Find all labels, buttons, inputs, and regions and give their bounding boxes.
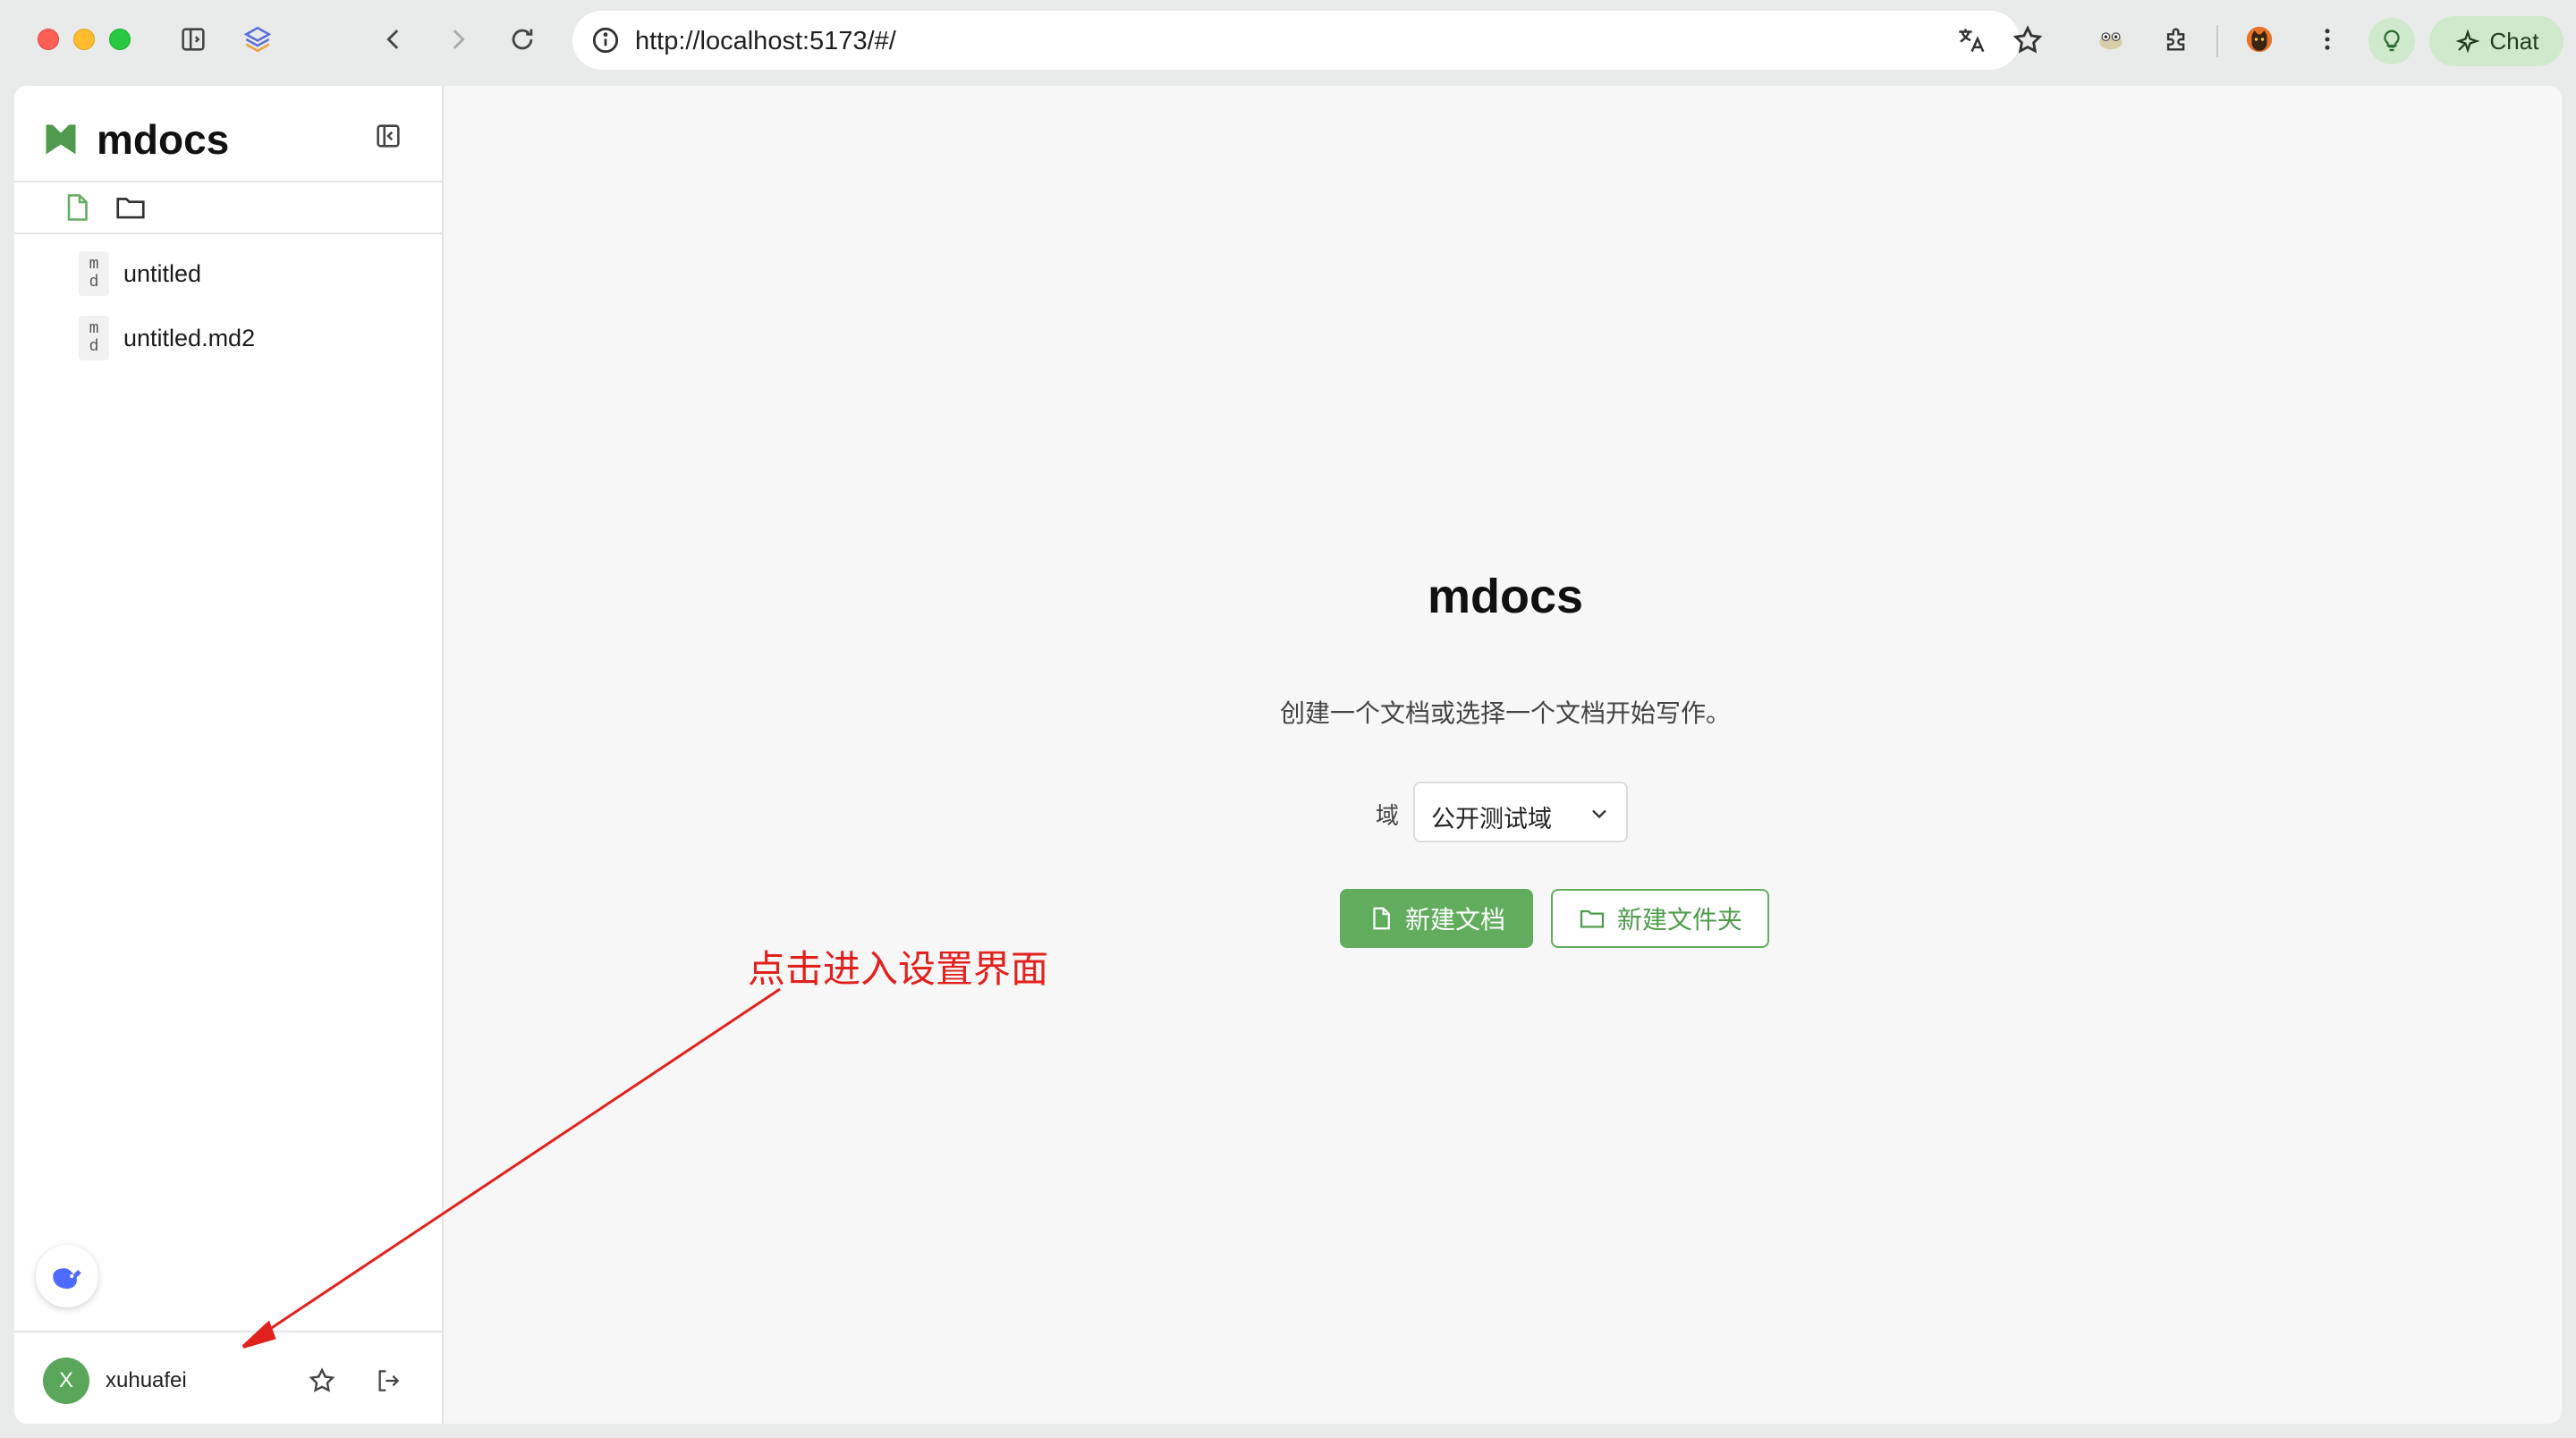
file-name: untitled — [123, 259, 202, 287]
md-icon-top: m — [89, 256, 99, 274]
logout-icon[interactable] — [369, 1361, 408, 1400]
translate-icon[interactable] — [1953, 23, 1987, 57]
domain-select[interactable]: 公开测试域 — [1413, 782, 1628, 842]
new-folder-icon[interactable] — [111, 188, 150, 227]
chevron-down-icon — [1592, 809, 1606, 819]
app-window: mdocs m d untitled m d untitled.md2 X xu… — [14, 86, 2562, 1424]
user-name[interactable]: xuhuafei — [106, 1368, 187, 1393]
chat-label: Chat — [2489, 27, 2539, 55]
close-window-button[interactable] — [38, 29, 59, 50]
back-icon[interactable] — [376, 21, 411, 57]
brand[interactable]: mdocs — [41, 113, 229, 166]
new-file-icon[interactable] — [57, 188, 97, 227]
user-profile[interactable]: X xuhuafei — [43, 1358, 187, 1404]
chat-button[interactable]: Chat — [2429, 16, 2563, 66]
file-item[interactable]: m d untitled — [79, 250, 419, 297]
new-folder-label: 新建文件夹 — [1616, 906, 1742, 934]
star-icon[interactable] — [302, 1361, 342, 1400]
lightbulb-icon[interactable] — [2368, 18, 2415, 64]
sparkle-icon — [2454, 29, 2480, 54]
layers-icon[interactable] — [240, 21, 275, 57]
cat-extension-icon[interactable] — [2241, 21, 2277, 57]
info-icon[interactable] — [589, 23, 623, 57]
brand-name: mdocs — [97, 116, 230, 163]
toolbar-divider — [2216, 25, 2218, 57]
folder-icon — [1580, 909, 1605, 928]
kebab-menu-icon[interactable] — [2309, 21, 2345, 57]
file-item[interactable]: m d untitled.md2 — [79, 315, 419, 361]
domain-select-value: 公开测试域 — [1431, 806, 1552, 833]
file-name: untitled.md2 — [123, 324, 256, 351]
domain-label: 域 — [1376, 802, 1400, 829]
forward-icon[interactable] — [440, 21, 476, 57]
divider — [14, 1331, 444, 1332]
sidebar-toggle-icon[interactable] — [175, 21, 211, 57]
reload-icon[interactable] — [504, 21, 540, 57]
document-icon — [1373, 907, 1390, 930]
flag-logo-icon — [46, 124, 76, 155]
divider — [14, 181, 444, 182]
url-text[interactable]: http://localhost:5173/#/ — [635, 27, 896, 56]
new-document-button[interactable]: 新建文档 — [1340, 889, 1533, 948]
annotation-text: 点击进入设置界面 — [748, 948, 1049, 990]
bookmark-star-icon[interactable] — [2011, 23, 2045, 57]
md-icon-bottom: d — [89, 274, 99, 292]
avatar[interactable]: X — [43, 1358, 89, 1404]
deepseek-icon[interactable] — [36, 1245, 98, 1307]
divider — [14, 233, 444, 234]
new-folder-button[interactable]: 新建文件夹 — [1551, 889, 1769, 948]
file-actions — [57, 188, 150, 227]
frog-extension-icon[interactable] — [2093, 21, 2129, 57]
markdown-file-icon: m d — [79, 251, 109, 296]
page-title: mdocs — [1427, 570, 1584, 623]
minimize-window-button[interactable] — [73, 29, 95, 50]
collapse-sidebar-icon[interactable] — [369, 116, 408, 156]
puzzle-extension-icon[interactable] — [2159, 21, 2195, 57]
md-icon-top: m — [89, 320, 99, 338]
page-subtitle: 创建一个文档或选择一个文档开始写作。 — [1279, 699, 1731, 727]
maximize-window-button[interactable] — [109, 29, 131, 50]
md-icon-bottom: d — [89, 338, 99, 356]
markdown-file-icon: m d — [79, 316, 109, 360]
new-document-label: 新建文档 — [1404, 906, 1505, 934]
main-content: mdocs 创建一个文档或选择一个文档开始写作。 域 公开测试域 新建文档 新建… — [445, 86, 2562, 1424]
address-bar[interactable]: http://localhost:5173/#/ — [572, 11, 2043, 70]
browser-toolbar: http://localhost:5173/#/ Chat — [0, 0, 2576, 82]
sidebar: mdocs m d untitled m d untitled.md2 X xu… — [14, 86, 444, 1424]
